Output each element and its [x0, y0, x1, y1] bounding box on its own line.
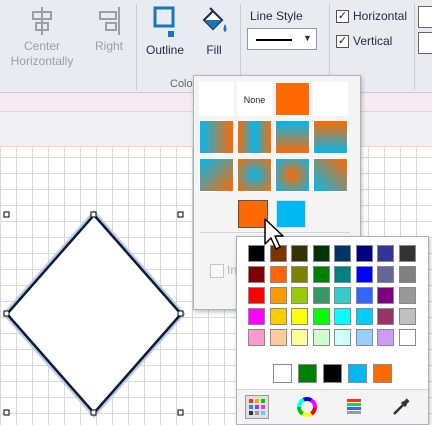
align-right-label: Right	[94, 39, 123, 53]
align-right-button[interactable]: Right	[86, 6, 132, 54]
gradient-swatch[interactable]	[199, 120, 234, 154]
color-swatch[interactable]	[269, 266, 287, 283]
input-field-partial[interactable]	[418, 6, 432, 28]
gradient-swatch[interactable]	[275, 120, 310, 154]
color-wheel-icon[interactable]	[295, 395, 319, 419]
swatch-white[interactable]	[199, 82, 234, 116]
recent-color-swatch[interactable]	[273, 364, 292, 383]
color-swatch[interactable]	[377, 308, 394, 325]
color-swatch[interactable]	[291, 266, 308, 283]
outline-button[interactable]: Outline	[140, 4, 190, 58]
line-style-label: Line Style	[250, 9, 303, 23]
gradient-swatch[interactable]	[313, 120, 348, 154]
palette-grid-icon[interactable]	[245, 395, 269, 419]
color-swatch[interactable]	[312, 287, 330, 304]
line-style-preview	[256, 39, 292, 41]
swatch-orange[interactable]	[275, 82, 310, 116]
standard-colors-popup	[236, 236, 429, 425]
color-swatch[interactable]	[312, 245, 330, 262]
color-swatch[interactable]	[269, 308, 287, 325]
horizontal-label: Horizontal	[353, 9, 408, 23]
outline-label: Outline	[145, 43, 185, 57]
color-swatch[interactable]	[248, 329, 265, 346]
checkmark-icon: ✓	[337, 35, 348, 47]
swatch-white-2[interactable]	[313, 82, 348, 116]
paint-bucket-icon	[202, 7, 227, 32]
center-horizontally-label: Center Horizontally	[10, 39, 74, 68]
vertical-checkbox[interactable]: ✓	[336, 35, 349, 48]
gradient-swatch[interactable]	[237, 158, 272, 192]
ribbon-separator	[414, 4, 415, 90]
color-swatch[interactable]	[355, 266, 373, 283]
gradient-swatch[interactable]	[275, 158, 310, 192]
color-swatch[interactable]	[291, 308, 308, 325]
color-tool-bar	[237, 390, 428, 424]
color-swatch[interactable]	[377, 329, 394, 346]
color-swatch[interactable]	[377, 266, 394, 283]
ribbon-group-label: Colo	[170, 78, 193, 90]
color-swatch[interactable]	[291, 245, 308, 262]
color-swatch[interactable]	[377, 287, 394, 304]
color-swatch[interactable]	[398, 245, 416, 262]
color-swatch[interactable]	[248, 287, 265, 304]
color-sliders-icon[interactable]	[342, 395, 366, 419]
recent-color-swatch[interactable]	[348, 364, 367, 383]
color-swatch[interactable]	[355, 329, 373, 346]
outline-icon	[153, 6, 175, 37]
color-swatch[interactable]	[398, 266, 416, 283]
checkmark-icon: ✓	[337, 10, 348, 22]
chevron-down-icon: ▼	[303, 33, 312, 43]
horizontal-checkbox[interactable]: ✓	[336, 10, 349, 23]
diamond-shape[interactable]	[0, 200, 200, 425]
recent-color-swatch[interactable]	[373, 364, 392, 383]
color-swatch[interactable]	[312, 266, 330, 283]
color-swatch[interactable]	[269, 329, 287, 346]
line-style-dropdown[interactable]: ▼	[247, 28, 317, 50]
gradient-swatch[interactable]	[313, 158, 348, 192]
eyedropper-icon[interactable]	[389, 395, 413, 419]
color-swatch[interactable]	[291, 329, 308, 346]
center-horizontally-icon	[32, 7, 52, 35]
obscured-checkbox[interactable]	[210, 264, 224, 278]
color-swatch[interactable]	[248, 308, 265, 325]
fill-button[interactable]: Fill	[194, 4, 234, 58]
color-swatch[interactable]	[269, 287, 287, 304]
color-swatch[interactable]	[312, 308, 330, 325]
color-swatch[interactable]	[248, 266, 265, 283]
recent-color-swatch[interactable]	[323, 364, 342, 383]
color-swatch[interactable]	[355, 287, 373, 304]
vertical-label: Vertical	[353, 34, 393, 48]
color-swatch[interactable]	[334, 266, 351, 283]
color-swatch[interactable]	[398, 329, 416, 346]
color-swatch[interactable]	[355, 308, 373, 325]
color-swatch[interactable]	[355, 245, 373, 262]
color-swatch[interactable]	[334, 287, 351, 304]
color-swatch[interactable]	[398, 308, 416, 325]
center-horizontally-button[interactable]: Center Horizontally	[2, 6, 82, 69]
color-swatch[interactable]	[377, 245, 394, 262]
gradient-swatch[interactable]	[237, 120, 272, 154]
gradient-swatch[interactable]	[199, 158, 234, 192]
color-swatch[interactable]	[334, 308, 351, 325]
fill-label: Fill	[206, 43, 222, 57]
recent-color-swatch[interactable]	[298, 364, 317, 383]
color-swatch[interactable]	[334, 329, 351, 346]
mouse-pointer-icon	[264, 218, 284, 250]
align-right-icon	[99, 7, 120, 35]
swatch-none[interactable]: None	[237, 82, 272, 116]
color-swatch[interactable]	[398, 287, 416, 304]
ribbon-separator	[136, 4, 137, 90]
color-swatch[interactable]	[291, 287, 308, 304]
color-swatch[interactable]	[312, 329, 330, 346]
input-field-partial[interactable]	[418, 32, 432, 54]
color-swatch[interactable]	[334, 245, 351, 262]
